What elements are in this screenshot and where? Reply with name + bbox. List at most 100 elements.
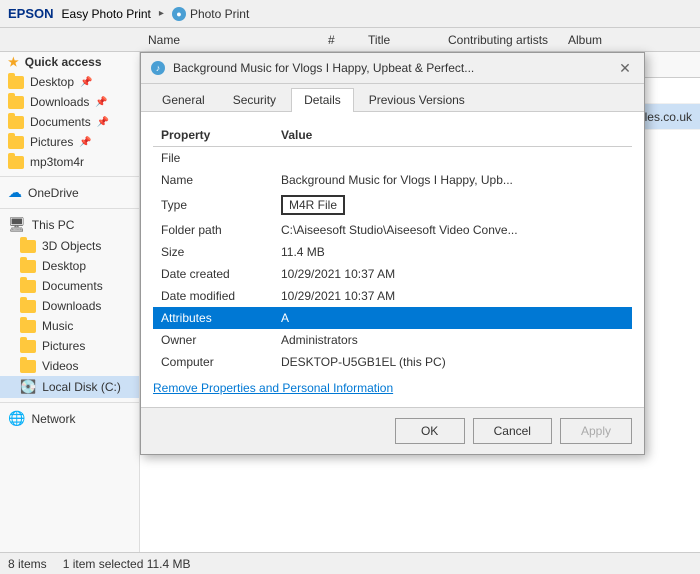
table-row[interactable]: Owner Administrators (153, 329, 632, 351)
tab-general[interactable]: General (149, 88, 218, 111)
top-bar: EPSON Easy Photo Print ▸ ● Photo Print (0, 0, 700, 28)
pin-icon: 📌 (80, 77, 92, 88)
val-type: M4R File (273, 191, 632, 219)
folder-docs2-icon (20, 280, 36, 293)
sidebar-divider-2 (0, 208, 139, 209)
items-count: 8 items (8, 557, 47, 571)
sidebar-item-onedrive[interactable]: ☁ OneDrive (0, 181, 139, 204)
column-headers: Name # Title Contributing artists Album (0, 28, 700, 52)
folder-dl2-icon (20, 300, 36, 313)
sidebar-divider-3 (0, 402, 139, 403)
network-icon: 🌐 (8, 410, 25, 427)
table-row[interactable]: Date created 10/29/2021 10:37 AM (153, 263, 632, 285)
sidebar-item-pictures[interactable]: Pictures 📌 (0, 132, 139, 152)
app-title: Easy Photo Print (62, 7, 151, 21)
prop-computer: Computer (153, 351, 273, 373)
sidebar-quick-access-header: ★ Quick access (0, 52, 139, 72)
section-file-row: File (153, 147, 632, 170)
dialog-title-text: Background Music for Vlogs I Happy, Upbe… (173, 61, 608, 75)
table-row-attributes[interactable]: Attributes A (153, 307, 632, 329)
sidebar-item-mp3tom4r[interactable]: mp3tom4r (0, 152, 139, 172)
table-row[interactable]: Folder path C:\Aiseesoft Studio\Aiseesof… (153, 219, 632, 241)
sidebar-item-pictures2[interactable]: Pictures (0, 336, 139, 356)
sidebar-item-localdisk[interactable]: 💽 Local Disk (C:) (0, 376, 139, 398)
folder-music-icon (20, 320, 36, 333)
dialog-tabs: General Security Details Previous Versio… (141, 84, 644, 112)
photo-icon: ● (172, 7, 186, 21)
prop-name: Name (153, 169, 273, 191)
val-datemodified: 10/29/2021 10:37 AM (273, 285, 632, 307)
sidebar-item-documents[interactable]: Documents 📌 (0, 112, 139, 132)
col-hash[interactable]: # (320, 33, 360, 47)
downloads-folder-icon (8, 96, 24, 109)
type-value-highlighted: M4R File (281, 195, 345, 215)
sidebar-item-3dobjects[interactable]: 3D Objects (0, 236, 139, 256)
val-name: Background Music for Vlogs I Happy, Upb.… (273, 169, 632, 191)
status-bar: 8 items 1 item selected 11.4 MB (0, 552, 700, 574)
prop-folderpath: Folder path (153, 219, 273, 241)
star-icon: ★ (8, 55, 19, 69)
table-row[interactable]: Type M4R File (153, 191, 632, 219)
sidebar-divider-1 (0, 176, 139, 177)
sidebar-item-desktop[interactable]: Desktop 📌 (0, 72, 139, 92)
arrow-icon: ▸ (159, 8, 164, 19)
dialog-content: Property Value File Name Background Musi… (141, 112, 644, 407)
col-title[interactable]: Title (360, 33, 440, 47)
prop-owner: Owner (153, 329, 273, 351)
col-album[interactable]: Album (560, 33, 640, 47)
sidebar-item-desktop2[interactable]: Desktop (0, 256, 139, 276)
file-section-label: File (153, 147, 632, 170)
folder-icon-pics (8, 136, 24, 149)
val-attributes: A (273, 307, 632, 329)
dialog-buttons: OK Cancel Apply (141, 407, 644, 454)
prop-datecreated: Date created (153, 263, 273, 285)
apply-button[interactable]: Apply (560, 418, 632, 444)
tab-previous-versions[interactable]: Previous Versions (356, 88, 478, 111)
table-row[interactable]: Name Background Music for Vlogs I Happy,… (153, 169, 632, 191)
val-datecreated: 10/29/2021 10:37 AM (273, 263, 632, 285)
val-computer: DESKTOP-U5GB1EL (this PC) (273, 351, 632, 373)
dialog-title-bar: ♪ Background Music for Vlogs I Happy, Up… (141, 53, 644, 84)
sidebar-item-documents2[interactable]: Documents (0, 276, 139, 296)
folder-icon-mp3 (8, 156, 24, 169)
onedrive-icon: ☁ (8, 184, 22, 201)
sidebar-item-videos[interactable]: Videos (0, 356, 139, 376)
sidebar-item-thispc[interactable]: 🖥 This PC (0, 213, 139, 236)
photo-print-label: ● Photo Print (172, 7, 249, 21)
folder-3d-icon (20, 240, 36, 253)
col-property-header: Property (153, 124, 273, 147)
prop-attributes: Attributes (153, 307, 273, 329)
val-size: 11.4 MB (273, 241, 632, 263)
pin-icon-pics: 📌 (79, 137, 91, 148)
folder-icon (8, 76, 24, 89)
pc-icon: 🖥 (8, 216, 26, 233)
sidebar-item-music[interactable]: Music (0, 316, 139, 336)
tab-security[interactable]: Security (220, 88, 289, 111)
folder-icon-docs (8, 116, 24, 129)
folder-desktop2-icon (20, 260, 36, 273)
cancel-button[interactable]: Cancel (473, 418, 552, 444)
sidebar-item-downloads2[interactable]: Downloads (0, 296, 139, 316)
properties-dialog: ♪ Background Music for Vlogs I Happy, Up… (140, 52, 645, 455)
prop-type: Type (153, 191, 273, 219)
sidebar-item-network[interactable]: 🌐 Network (0, 407, 139, 430)
val-owner: Administrators (273, 329, 632, 351)
selected-info: 1 item selected 11.4 MB (63, 557, 191, 571)
tab-details[interactable]: Details (291, 88, 354, 112)
table-row[interactable]: Date modified 10/29/2021 10:37 AM (153, 285, 632, 307)
sidebar-item-downloads[interactable]: Downloads 📌 (0, 92, 139, 112)
sidebar: ★ Quick access Desktop 📌 Downloads 📌 Doc… (0, 52, 140, 574)
folder-pics2-icon (20, 340, 36, 353)
col-value-header: Value (273, 124, 632, 147)
dialog-close-button[interactable]: ✕ (616, 59, 634, 77)
ok-button[interactable]: OK (395, 418, 465, 444)
prop-datemodified: Date modified (153, 285, 273, 307)
col-contributing[interactable]: Contributing artists (440, 33, 560, 47)
dialog-title-icon: ♪ (151, 61, 165, 75)
disk-icon: 💽 (20, 379, 36, 395)
table-row[interactable]: Size 11.4 MB (153, 241, 632, 263)
remove-properties-link[interactable]: Remove Properties and Personal Informati… (153, 381, 632, 395)
pin-icon-docs: 📌 (97, 117, 109, 128)
table-row[interactable]: Computer DESKTOP-U5GB1EL (this PC) (153, 351, 632, 373)
col-name[interactable]: Name (140, 33, 320, 47)
